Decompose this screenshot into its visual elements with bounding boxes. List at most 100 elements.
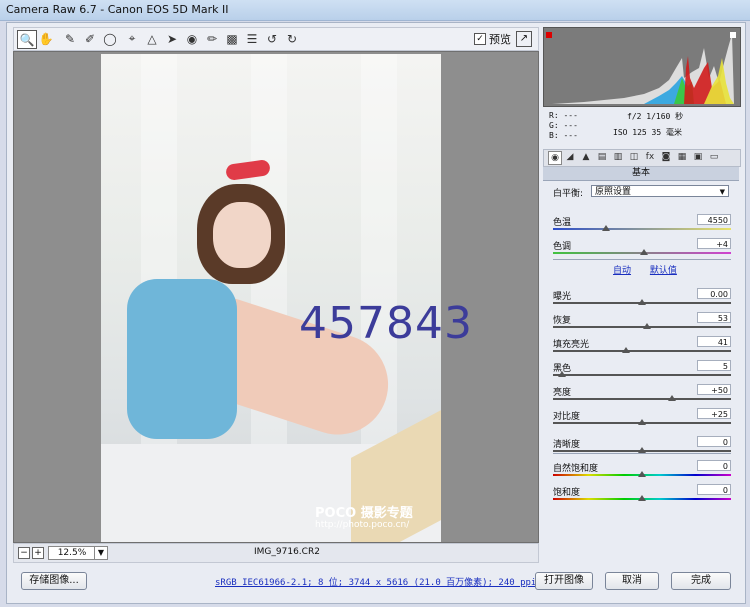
detail-tab-icon[interactable]: ▲ <box>580 151 592 163</box>
readout: R: --- G: --- B: --- f/2 1/160 秒 ISO 125… <box>543 109 739 143</box>
crop-icon[interactable]: ⌖ <box>123 30 141 47</box>
slider-thumb[interactable] <box>602 225 611 231</box>
presets-tab-icon[interactable]: ▦ <box>676 151 688 163</box>
slider-track[interactable] <box>553 326 731 328</box>
hsl-tab-icon[interactable]: ▤ <box>596 151 608 163</box>
white-balance-value: 原照设置 <box>595 187 632 197</box>
slider-thumb[interactable] <box>638 299 646 305</box>
color-sampler-icon[interactable]: ✐ <box>81 30 99 47</box>
slider-row: 自然饱和度 0 <box>553 460 731 479</box>
slider-label: 曝光 <box>553 292 572 302</box>
adjustment-brush-icon[interactable]: ✏ <box>203 30 221 47</box>
graduated-filter-icon[interactable]: ▩ <box>223 30 241 47</box>
zoom-out-button[interactable]: − <box>18 547 30 559</box>
panel-menu-icon[interactable]: ▭ <box>708 151 720 163</box>
file-name: IMG_9716.CR2 <box>254 547 320 557</box>
preview-checkbox[interactable]: ✓ <box>474 33 486 45</box>
slider-value-field[interactable]: +25 <box>697 408 731 419</box>
rotate-left-icon[interactable]: ↺ <box>263 30 281 47</box>
target-adjust-icon[interactable]: ◯ <box>101 30 119 47</box>
slider-track[interactable] <box>553 398 731 400</box>
auto-link[interactable]: 自动 <box>613 266 631 276</box>
histogram-graph <box>546 32 736 104</box>
slider-thumb[interactable] <box>638 495 646 501</box>
shadow-clip-warning-icon <box>546 32 552 38</box>
slider-label: 清晰度 <box>553 440 581 450</box>
rotate-right-icon[interactable]: ↻ <box>283 30 301 47</box>
model-body <box>127 279 237 439</box>
slider-thumb[interactable] <box>643 323 652 329</box>
slider-value-field[interactable]: 41 <box>697 336 731 347</box>
slider-thumb[interactable] <box>621 347 630 353</box>
done-button[interactable]: 完成 <box>671 572 731 590</box>
aperture-shutter: f/2 1/160 秒 <box>627 112 684 121</box>
poco-watermark: POCO 摄影专题 <box>315 506 413 521</box>
slider-thumb[interactable] <box>638 471 646 477</box>
default-link[interactable]: 默认值 <box>650 266 677 276</box>
image-canvas[interactable]: POCO 摄影专题 http://photo.poco.cn/ 457843 <box>13 51 539 543</box>
slider-label: 饱和度 <box>553 488 581 498</box>
slider-row: 色温 4550 <box>553 214 731 233</box>
slider-value-field[interactable]: 4550 <box>697 214 731 225</box>
slider-label: 亮度 <box>553 388 572 398</box>
slider-label: 恢复 <box>553 316 572 326</box>
slider-value-field[interactable]: 0.00 <box>697 288 731 299</box>
slider-track[interactable] <box>553 228 731 230</box>
slider-track[interactable] <box>553 374 731 376</box>
right-panel: R: --- G: --- B: --- f/2 1/160 秒 ISO 125… <box>543 27 741 541</box>
hand-icon[interactable]: ✋ <box>37 30 55 47</box>
highlight-clip-warning-icon <box>730 32 736 38</box>
slider-value-field[interactable]: 0 <box>697 484 731 495</box>
slider-value-field[interactable]: 0 <box>697 436 731 447</box>
fx-tab-icon[interactable]: fx <box>644 151 656 163</box>
auto-default-links: 自动 默认值 <box>613 263 693 276</box>
save-image-button[interactable]: 存储图像... <box>21 572 87 590</box>
split-toning-tab-icon[interactable]: ▥ <box>612 151 624 163</box>
slider-label: 填充亮光 <box>553 340 590 350</box>
zoom-in-button[interactable]: + <box>32 547 44 559</box>
workflow-options-link[interactable]: sRGB IEC61966-2.1; 8 位; 3744 x 5616 (21.… <box>215 575 536 588</box>
slider-value-field[interactable]: 53 <box>697 312 731 323</box>
panel-title: 基本 <box>543 167 739 181</box>
slider-value-field[interactable]: 5 <box>697 360 731 371</box>
lens-tab-icon[interactable]: ◫ <box>628 151 640 163</box>
readout-r: R: --- <box>549 111 578 120</box>
slider-row: 亮度 +50 <box>553 384 731 403</box>
snapshots-tab-icon[interactable]: ▣ <box>692 151 704 163</box>
window-title: Camera Raw 6.7 - Canon EOS 5D Mark II <box>6 3 229 16</box>
zoom-icon[interactable]: 🔍 <box>17 30 37 49</box>
preview-toggle[interactable]: ✓ 预览 <box>474 31 511 47</box>
zoom-dropdown-icon[interactable]: ▼ <box>94 546 108 560</box>
cancel-button[interactable]: 取消 <box>605 572 659 590</box>
spot-removal-icon[interactable]: ➤ <box>163 30 181 47</box>
slider-row: 对比度 +25 <box>553 408 731 427</box>
open-image-button[interactable]: 打开图像 <box>535 572 593 590</box>
iso-focal: ISO 125 35 毫米 <box>613 128 682 137</box>
slider-thumb[interactable] <box>638 419 646 425</box>
zoom-level[interactable]: 12.5% <box>48 546 96 560</box>
slider-track[interactable] <box>553 350 731 352</box>
zoom-status-bar: − + 12.5% ▼ IMG_9716.CR2 <box>13 543 539 563</box>
basic-tab-icon[interactable]: ◉ <box>548 151 562 165</box>
histogram <box>543 27 741 107</box>
slider-label: 自然饱和度 <box>553 464 599 474</box>
slider-value-field[interactable]: +50 <box>697 384 731 395</box>
fullscreen-icon[interactable]: ↗ <box>516 31 532 47</box>
white-balance-select[interactable]: 原照设置 ▼ <box>591 185 729 197</box>
slider-thumb[interactable] <box>557 371 566 377</box>
panel-tabs: ◉ ◢ ▲ ▤ ▥ ◫ fx ◙ ▦ ▣ ▭ <box>543 149 741 167</box>
red-eye-icon[interactable]: ◉ <box>183 30 201 47</box>
slider-value-field[interactable]: +4 <box>697 238 731 249</box>
preferences-icon[interactable]: ☰ <box>243 30 261 47</box>
slider-thumb[interactable] <box>668 395 677 401</box>
camera-calibration-tab-icon[interactable]: ◙ <box>660 151 672 163</box>
slider-thumb[interactable] <box>639 249 648 255</box>
preview-label: 预览 <box>489 33 511 46</box>
title-bar: Camera Raw 6.7 - Canon EOS 5D Mark II <box>0 0 750 21</box>
slider-value-field[interactable]: 0 <box>697 460 731 471</box>
slider-label: 色温 <box>553 218 572 228</box>
slider-row: 曝光 0.00 <box>553 288 731 307</box>
tone-curve-tab-icon[interactable]: ◢ <box>564 151 576 163</box>
white-balance-icon[interactable]: ✎ <box>61 30 79 47</box>
straighten-icon[interactable]: △ <box>143 30 161 47</box>
